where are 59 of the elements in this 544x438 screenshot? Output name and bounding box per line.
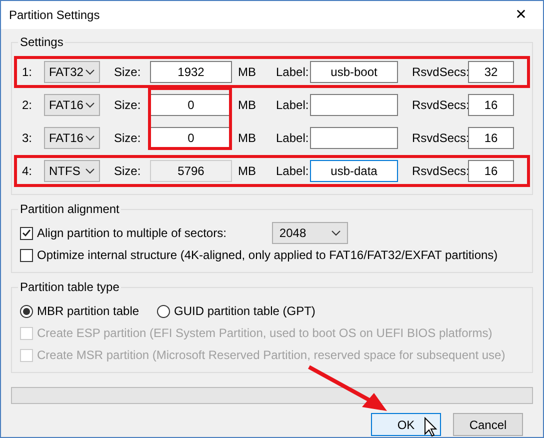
pointer-icon [424, 417, 438, 437]
checkbox-label: Align partition to multiple of sectors: [37, 226, 226, 240]
check-icon [22, 229, 31, 237]
caret-icon [85, 135, 95, 141]
unit-label: MB [237, 98, 257, 112]
field-label: Label: [275, 65, 310, 79]
field-label: Label: [275, 131, 310, 145]
caret-icon [85, 102, 95, 108]
filesystem-dropdown[interactable]: FAT32 [44, 61, 100, 83]
size-field[interactable]: 1932 [150, 61, 232, 83]
radio-label: GUID partition table (GPT) [174, 304, 316, 318]
field-label: Size: [113, 98, 142, 112]
reserved-sectors-field[interactable]: 16 [468, 160, 514, 182]
checkbox[interactable] [20, 226, 33, 240]
field-label: RsvdSecs: [411, 131, 468, 145]
close-button[interactable]: ✕ [499, 1, 543, 29]
window-title: Partition Settings [9, 8, 100, 22]
field-label: Label: [275, 98, 310, 112]
reserved-sectors-field[interactable]: 16 [468, 94, 514, 116]
caret-icon [85, 69, 95, 75]
filesystem-dropdown[interactable]: FAT16 [44, 127, 100, 149]
checkbox-label: Create ESP partition (EFI System Partition, used to boot OS on UEFI BIOS platforms) [37, 326, 492, 340]
field-label: RsvdSecs: [411, 65, 468, 79]
size-field[interactable]: 0 [150, 94, 232, 116]
field-label: Size: [113, 131, 142, 145]
filesystem-dropdown[interactable]: NTFS [44, 160, 100, 182]
field-label: RsvdSecs: [411, 164, 468, 178]
unit-label: MB [237, 164, 257, 178]
reserved-sectors-field[interactable]: 16 [468, 127, 514, 149]
unit-label: MB [237, 65, 257, 79]
field-label: Size: [113, 164, 142, 178]
sector-dropdown[interactable]: 2048 [272, 222, 348, 244]
partition-number: 4: [22, 164, 34, 178]
label-field[interactable]: usb-boot [310, 61, 398, 83]
label-field[interactable]: usb-data [310, 160, 398, 182]
reserved-sectors-field[interactable]: 32 [468, 61, 514, 83]
group-title: Partition table type [18, 280, 122, 294]
dialog-button[interactable]: Cancel [453, 413, 523, 436]
checkbox-label: Optimize internal structure (4K-aligned, only applied to FAT16/FAT32/EXFAT partitions) [37, 248, 498, 262]
label-field[interactable] [310, 94, 398, 116]
caret-icon [85, 168, 95, 174]
field-label: RsvdSecs: [411, 98, 468, 112]
filesystem-dropdown[interactable]: FAT16 [44, 94, 100, 116]
radio-button[interactable] [20, 304, 33, 318]
radio-button[interactable] [157, 304, 170, 318]
partition-number: 3: [22, 131, 34, 145]
checkbox-label: Create MSR partition (Microsoft Reserved Partition, reserved space for subsequent use) [37, 348, 506, 362]
radio-label: MBR partition table [37, 304, 140, 318]
checkbox[interactable] [20, 248, 33, 262]
label-field[interactable] [310, 127, 398, 149]
dialog-button[interactable]: OK [371, 413, 441, 436]
caret-icon [331, 230, 342, 236]
partition-number: 2: [22, 98, 34, 112]
group-title: Settings [18, 35, 66, 49]
group-title: Partition alignment [18, 202, 122, 216]
partition-number: 1: [22, 65, 34, 79]
field-label: Label: [275, 164, 310, 178]
unit-label: MB [237, 131, 257, 145]
field-label: Size: [113, 65, 142, 79]
